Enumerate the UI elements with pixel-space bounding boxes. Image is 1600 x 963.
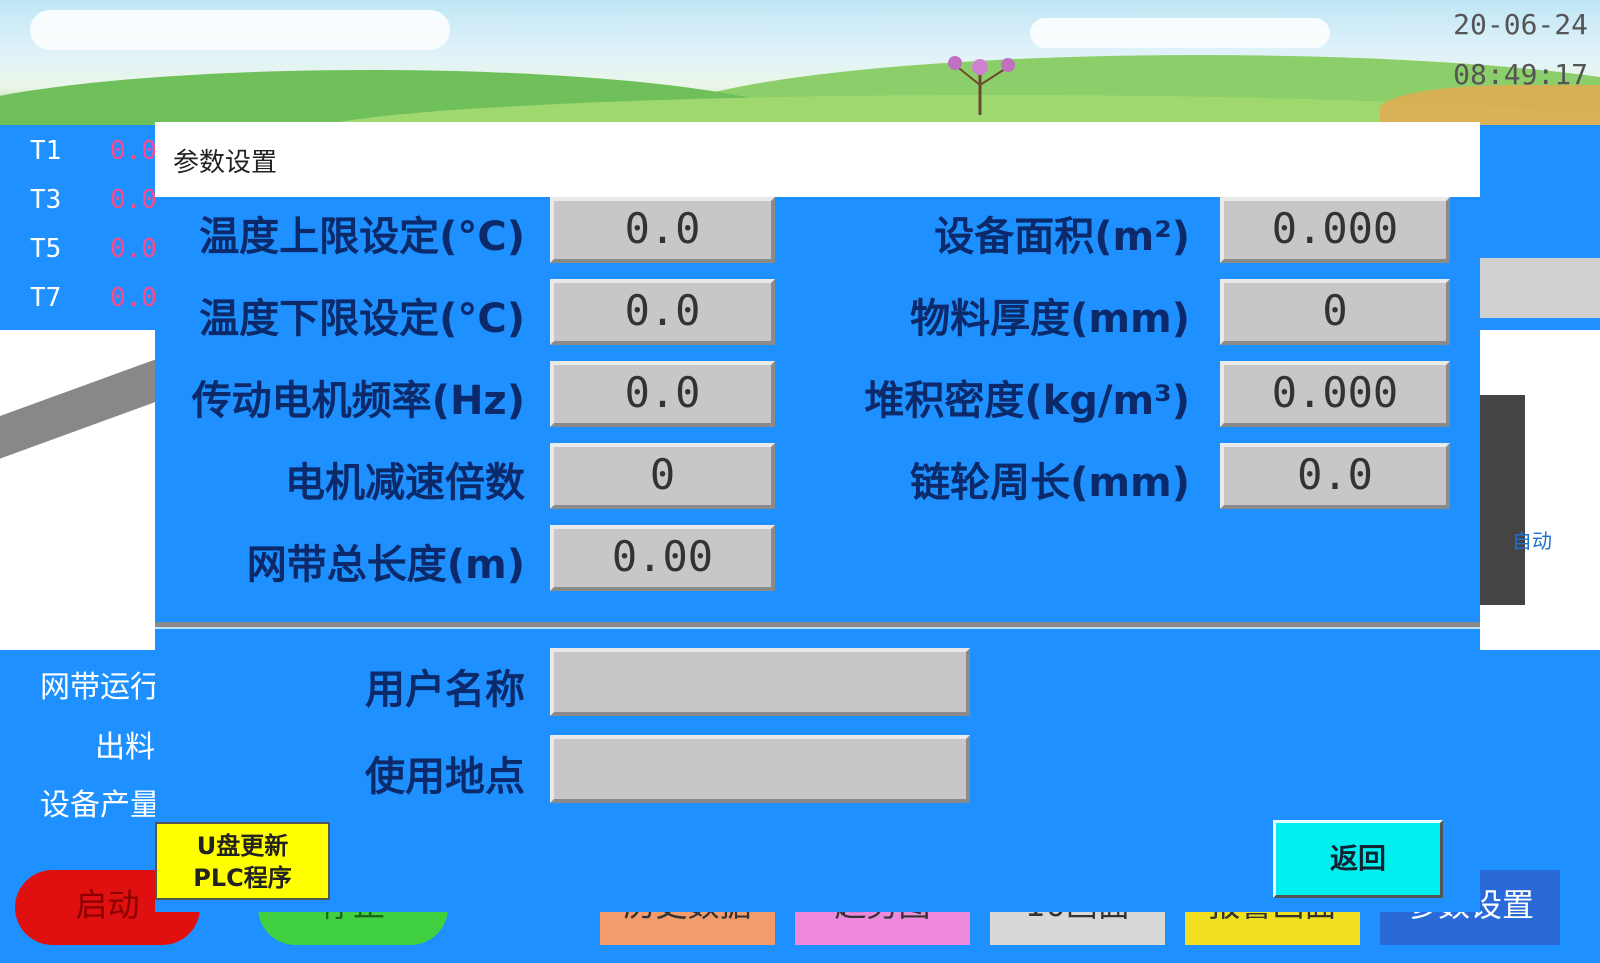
- temp-label-t1: T1: [30, 136, 62, 166]
- discharge-label: 出料: [95, 730, 155, 765]
- temp-value-t3: 0.0: [110, 185, 157, 215]
- motor-freq-input[interactable]: 0.0: [550, 361, 775, 427]
- right-status-strip: [1470, 258, 1600, 318]
- time-display: 08:49:17: [1453, 58, 1588, 91]
- equipment-area-input[interactable]: 0.000: [1220, 197, 1450, 263]
- sprocket-circumference-input[interactable]: 0.0: [1220, 443, 1450, 509]
- temp-label-t7: T7: [30, 283, 62, 313]
- bulk-density-input[interactable]: 0.000: [1220, 361, 1450, 427]
- temp-upper-label: 温度上限设定(°C): [199, 214, 525, 260]
- sprocket-circumference-label: 链轮周长(mm): [910, 460, 1190, 506]
- material-thickness-label: 物料厚度(mm): [910, 296, 1190, 342]
- machine-icon: [1480, 395, 1525, 605]
- reduction-ratio-label: 电机减速倍数: [285, 460, 525, 506]
- temp-label-t3: T3: [30, 185, 62, 215]
- dialog-title-bar: 参数设置: [155, 122, 1480, 197]
- reduction-ratio-input[interactable]: 0: [550, 443, 775, 509]
- date-display: 20-06-24: [1453, 8, 1588, 41]
- temp-lower-label: 温度下限设定(°C): [199, 296, 525, 342]
- temp-label-t5: T5: [30, 234, 62, 264]
- auto-mode-label: 自动: [1512, 529, 1552, 553]
- belt-run-label: 网带运行: [40, 670, 160, 705]
- belt-length-label: 网带总长度(m): [246, 542, 525, 588]
- temp-upper-input[interactable]: 0.0: [550, 197, 775, 263]
- equipment-area-label: 设备面积(m²): [934, 214, 1190, 260]
- landscape-banner: 20-06-24 08:49:17: [0, 0, 1600, 125]
- param-settings-dialog: 参数设置 温度上限设定(°C) 温度下限设定(°C) 传动电机频率(Hz) 电机…: [155, 122, 1480, 912]
- flower-icon: [948, 56, 1015, 115]
- temp-lower-input[interactable]: 0.0: [550, 279, 775, 345]
- section-divider-highlight: [155, 627, 1480, 629]
- back-button[interactable]: 返回: [1273, 820, 1443, 898]
- temp-value-t5: 0.0: [110, 234, 157, 264]
- usb-update-plc-button[interactable]: U盘更新 PLC程序: [155, 822, 330, 900]
- location-input[interactable]: [550, 735, 970, 803]
- usb-update-line2: PLC程序: [193, 864, 292, 892]
- temp-value-t7: 0.0: [110, 283, 157, 313]
- material-thickness-input[interactable]: 0: [1220, 279, 1450, 345]
- location-label: 使用地点: [365, 754, 525, 800]
- output-label: 设备产量: [40, 788, 160, 823]
- bulk-density-label: 堆积密度(kg/m³): [864, 378, 1190, 424]
- user-name-input[interactable]: [550, 648, 970, 716]
- temp-value-t1: 0.0: [110, 136, 157, 166]
- dialog-title: 参数设置: [173, 148, 278, 178]
- belt-length-input[interactable]: 0.00: [550, 525, 775, 591]
- usb-update-line1: U盘更新: [196, 832, 289, 860]
- motor-freq-label: 传动电机频率(Hz): [191, 378, 525, 424]
- user-name-label: 用户名称: [365, 667, 525, 713]
